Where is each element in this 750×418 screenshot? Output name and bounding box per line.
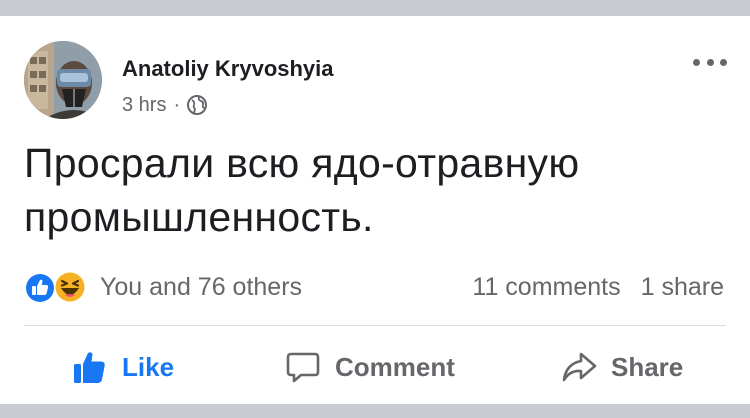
post-text: Просрали всю ядо-отравную промышленность… [24, 140, 580, 240]
reactions-summary[interactable]: You and 76 others [24, 269, 302, 305]
author-name[interactable]: Anatoliy Kryvoshyia [122, 56, 334, 82]
meta-separator: · [173, 93, 181, 116]
like-button[interactable]: Like [72, 344, 174, 390]
divider [24, 325, 726, 326]
haha-reaction-icon [54, 271, 86, 303]
engagement-counts: 11 comments 1 share [472, 269, 724, 305]
more-dot [706, 58, 714, 66]
comments-count[interactable]: 11 comments [472, 273, 620, 302]
more-dot [693, 58, 700, 66]
avatar[interactable] [24, 41, 102, 119]
post-meta: 3 hrs · [122, 92, 208, 118]
globe-icon[interactable] [186, 94, 208, 116]
more-dot [720, 58, 727, 66]
share-icon [562, 352, 597, 382]
more-options-icon[interactable] [693, 54, 727, 70]
reaction-icons [24, 269, 94, 305]
like-reaction-icon [24, 272, 56, 304]
shares-count[interactable]: 1 share [641, 273, 724, 302]
comment-icon [286, 352, 320, 383]
share-label: Share [611, 351, 684, 382]
share-button[interactable]: Share [561, 344, 683, 390]
post-time[interactable]: 3 hrs [122, 94, 166, 117]
reactions-text[interactable]: You and 76 others [100, 273, 302, 302]
thumbs-up-icon [74, 352, 105, 383]
comment-button[interactable]: Comment [285, 344, 455, 390]
feed-separator-top [0, 0, 750, 16]
comment-label: Comment [335, 351, 455, 382]
feed-separator-bottom [0, 404, 750, 418]
like-label: Like [122, 351, 175, 382]
